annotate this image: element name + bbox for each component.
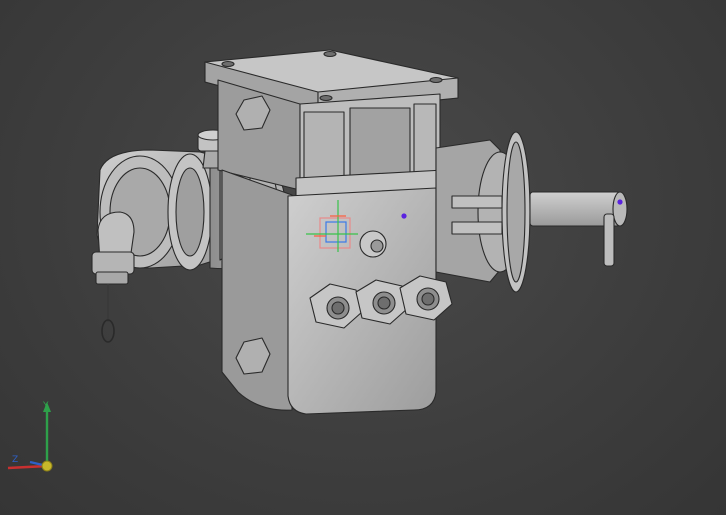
- selection-point[interactable]: [401, 213, 407, 219]
- triad-origin: [41, 460, 53, 472]
- pull-ring[interactable]: [101, 319, 115, 343]
- right-flange[interactable]: [435, 131, 531, 293]
- selection-point[interactable]: [617, 199, 623, 205]
- z-axis-label: Z: [12, 455, 18, 465]
- valve-model[interactable]: [91, 49, 628, 415]
- adjust-knob[interactable]: [359, 230, 387, 258]
- y-axis-label: Y: [42, 401, 49, 411]
- shaft[interactable]: [529, 191, 628, 267]
- view-triad-icon[interactable]: Y Z: [7, 401, 53, 472]
- 3d-viewport[interactable]: Y Z: [0, 0, 726, 515]
- drain-valve[interactable]: [91, 211, 135, 343]
